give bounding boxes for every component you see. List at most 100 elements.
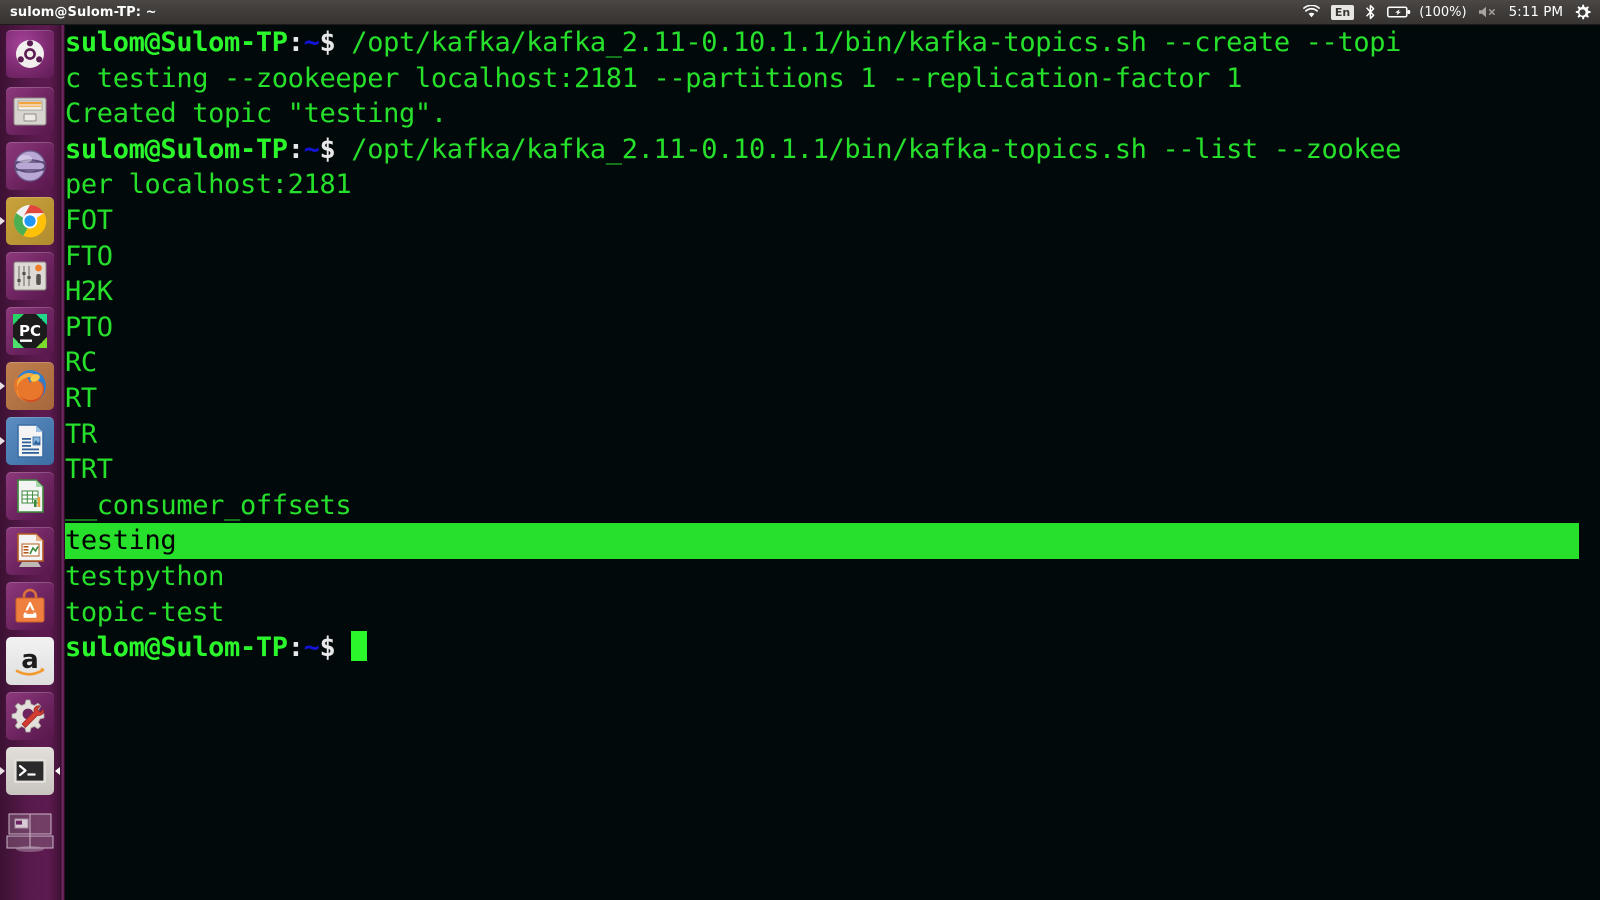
focused-indicator-arrow-icon [55, 766, 60, 775]
prompt-user-host: sulom@Sulom-TP [65, 133, 288, 165]
sliders-icon [13, 261, 47, 290]
terminal-output-line: TR [65, 417, 1600, 453]
prompt-user-host: sulom@Sulom-TP [65, 632, 288, 664]
amazon-icon: a [15, 645, 45, 676]
terminal-output-text: c testing --zookeeper localhost:2181 --p… [65, 62, 1242, 94]
terminal-command: /opt/kafka/kafka_2.11-0.10.1.1/bin/kafka… [335, 27, 1402, 58]
system-menu-gear-icon[interactable] [1574, 4, 1591, 21]
launcher-item-firefox[interactable] [0, 358, 60, 413]
prompt-colon: : [287, 133, 304, 165]
terminal-output-line: RC [65, 345, 1600, 381]
terminal-output-line: RT [65, 381, 1600, 417]
terminal-output-text: TR [65, 418, 97, 450]
window-title: sulom@Sulom-TP: ~ [10, 4, 157, 20]
workspace-switcher-icon [6, 813, 54, 852]
terminal-output-line: testpython [65, 559, 1600, 595]
volume-muted-icon[interactable] [1478, 5, 1498, 19]
terminal-command [335, 632, 351, 663]
launcher-item-pycharm[interactable]: PC [0, 303, 60, 358]
document-icon [17, 423, 44, 458]
terminal-output-text: RC [65, 347, 97, 379]
launcher-item-libreoffice-calc[interactable] [0, 468, 60, 523]
desktop-screen: sulom@Sulom-TP: ~ En (100%) 5:11 PM PC a… [0, 0, 1600, 900]
prompt-path: ~ [303, 27, 320, 58]
prompt-colon: : [287, 27, 304, 58]
prompt-dollar: $ [319, 133, 336, 165]
terminal-output-line: topic-test [65, 595, 1600, 631]
top-panel: sulom@Sulom-TP: ~ En (100%) 5:11 PM [0, 0, 1600, 25]
prompt-path: ~ [303, 632, 320, 664]
terminal-prompt-line: sulom@Sulom-TP:~$ /opt/kafka/kafka_2.11-… [65, 25, 1600, 61]
terminal-output-text: TRT [65, 454, 113, 486]
launcher-item-files[interactable] [0, 83, 60, 138]
launcher-item-terminal[interactable] [0, 743, 60, 798]
terminal-output-line: PTO [65, 310, 1600, 346]
ubuntu-logo-icon [16, 40, 44, 68]
terminal-output-text: FTO [65, 240, 113, 272]
pycharm-icon: PC [13, 313, 47, 348]
terminal-output-text: RT [65, 382, 97, 414]
terminal-output-text: testing [65, 523, 1579, 559]
terminal-output-line: Created topic "testing". [65, 96, 1600, 132]
terminal-output-text: FOT [65, 204, 113, 236]
music-globe-icon [14, 149, 46, 182]
terminal-output-text: __consumer_offsets [65, 489, 352, 521]
terminal-output-line: FOT [65, 203, 1600, 239]
launcher-item-audio-mixer[interactable] [0, 248, 60, 303]
terminal-output-text: per localhost:2181 [65, 169, 352, 201]
terminal-output-text: topic-test [65, 596, 225, 628]
keyboard-layout-indicator[interactable]: En [1330, 4, 1355, 20]
terminal-window[interactable]: sulom@Sulom-TP:~$ /opt/kafka/kafka_2.11-… [60, 25, 1600, 900]
firefox-icon [14, 369, 46, 402]
launcher-item-rhythmbox[interactable] [0, 138, 60, 193]
bluetooth-icon[interactable] [1365, 4, 1376, 20]
terminal-output-line: TRT [65, 452, 1600, 488]
svg-text:a: a [21, 645, 39, 675]
running-indicator-arrow-icon [0, 216, 5, 225]
launcher-item-software-center[interactable] [0, 578, 60, 633]
terminal-prompt-line: sulom@Sulom-TP:~$ /opt/kafka/kafka_2.11-… [65, 132, 1600, 168]
launcher-item-libreoffice-impress[interactable] [0, 523, 60, 578]
presentation-icon [17, 532, 44, 567]
terminal-output-line: c testing --zookeeper localhost:2181 --p… [65, 61, 1600, 97]
clock[interactable]: 5:11 PM [1509, 4, 1563, 20]
battery-icon[interactable] [1387, 5, 1412, 19]
prompt-path: ~ [303, 133, 320, 165]
launcher-bar: PC a [0, 25, 60, 900]
terminal-icon [14, 758, 46, 783]
terminal-output-text: testpython [65, 560, 225, 592]
terminal-output-text: H2K [65, 276, 113, 308]
running-indicator-arrow-icon [0, 381, 5, 390]
prompt-colon: : [287, 632, 304, 664]
running-indicator-arrow-icon [0, 766, 5, 775]
spreadsheet-icon [17, 478, 44, 513]
svg-text:PC: PC [19, 322, 41, 340]
terminal-selected-line: testing [65, 523, 1600, 559]
running-indicator-arrow-icon [0, 436, 5, 445]
terminal-output-line: FTO [65, 239, 1600, 275]
prompt-user-host: sulom@Sulom-TP [65, 27, 288, 58]
launcher-item-workspace-switcher[interactable] [0, 798, 60, 860]
launcher-item-libreoffice-writer[interactable] [0, 413, 60, 468]
launcher-item-amazon[interactable]: a [0, 633, 60, 688]
file-cabinet-icon [13, 97, 47, 125]
prompt-dollar: $ [319, 27, 336, 58]
launcher-item-dash[interactable] [0, 25, 60, 83]
terminal-output-text: Created topic "testing". [65, 98, 447, 130]
gear-wrench-icon [11, 699, 45, 732]
launcher-item-chrome[interactable] [0, 193, 60, 248]
launcher-item-system-settings[interactable] [0, 688, 60, 743]
terminal-command: /opt/kafka/kafka_2.11-0.10.1.1/bin/kafka… [335, 133, 1402, 165]
terminal-cursor [351, 631, 368, 662]
prompt-dollar: $ [319, 632, 336, 664]
terminal-output-line: per localhost:2181 [65, 167, 1600, 203]
battery-percent-label: (100%) [1419, 4, 1467, 20]
terminal-output-text: PTO [65, 311, 113, 343]
terminal-output-line: __consumer_offsets [65, 488, 1600, 524]
wifi-icon[interactable] [1302, 5, 1320, 19]
terminal-prompt-line: sulom@Sulom-TP:~$ [65, 630, 1600, 666]
terminal-output-line: H2K [65, 274, 1600, 310]
chrome-icon [13, 204, 47, 237]
terminal-output[interactable]: sulom@Sulom-TP:~$ /opt/kafka/kafka_2.11-… [65, 25, 1600, 666]
indicator-area: En (100%) 5:11 PM [1302, 4, 1600, 21]
